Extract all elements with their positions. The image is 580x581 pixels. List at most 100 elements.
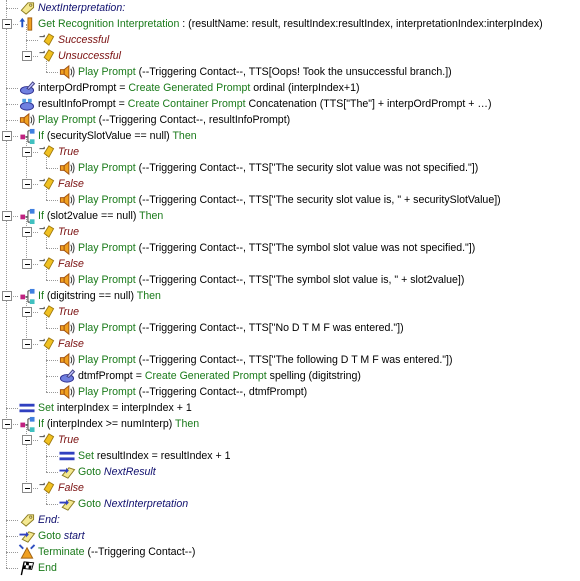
collapse-toggle[interactable] xyxy=(22,307,32,317)
collapse-toggle[interactable] xyxy=(22,483,32,493)
goto-icon xyxy=(18,528,36,544)
collapse-toggle[interactable] xyxy=(22,147,32,157)
tree-line xyxy=(6,536,7,552)
row-text: False xyxy=(58,256,84,272)
generated-prompt-icon xyxy=(18,80,36,96)
container-prompt-icon xyxy=(18,96,36,112)
set-icon xyxy=(18,400,36,416)
tree-line xyxy=(46,360,47,376)
row-text-segment: False xyxy=(58,178,84,190)
collapse-toggle[interactable] xyxy=(22,51,32,61)
row-text-segment: Unsuccessful xyxy=(58,50,121,62)
row-text-segment: (securitySlotValue == null) xyxy=(43,130,173,142)
row-text-segment: resultInfoPrompt = xyxy=(38,98,128,110)
tree-line xyxy=(6,296,7,408)
if-icon xyxy=(18,128,36,144)
tree-line xyxy=(46,456,47,472)
row-text-segment: False xyxy=(58,338,84,350)
branch-icon xyxy=(38,480,56,496)
row-text-segment: False xyxy=(58,482,84,494)
row-text: End: xyxy=(38,512,60,528)
branch-icon xyxy=(38,432,56,448)
tree-connector xyxy=(6,568,18,569)
row-text-segment: Goto xyxy=(38,530,64,542)
row-text-segment: Concatenation (TTS["The"] + interpOrdPro… xyxy=(245,98,492,110)
tree-connector xyxy=(46,376,58,377)
generated-prompt-icon xyxy=(58,368,76,384)
row-text: True xyxy=(58,224,79,240)
row-text: Play Prompt (--Triggering Contact--, dtm… xyxy=(78,384,307,400)
tree-line xyxy=(6,136,7,216)
row-text: True xyxy=(58,144,79,160)
tree-line xyxy=(6,552,7,568)
row-text-segment: (--Triggering Contact--, TTS["The symbol… xyxy=(135,242,476,254)
collapse-toggle[interactable] xyxy=(22,435,32,445)
tree-connector xyxy=(6,88,18,89)
tree-connector xyxy=(6,120,18,121)
speaker-icon xyxy=(58,384,76,400)
collapse-toggle[interactable] xyxy=(22,179,32,189)
row-text: Play Prompt (--Triggering Contact--, TTS… xyxy=(78,160,478,176)
tree-connector xyxy=(46,328,58,329)
collapse-toggle[interactable] xyxy=(22,227,32,237)
row-text-segment: (--Triggering Contact--, TTS["No D T M F… xyxy=(135,322,404,334)
row-text-segment: Set xyxy=(78,450,94,462)
tree-connector xyxy=(6,408,18,409)
tree-line xyxy=(6,24,7,88)
row-text: Get Recognition Interpretation : (result… xyxy=(38,16,543,32)
row-text-segment: (--Triggering Contact--, TTS["The follow… xyxy=(135,354,453,366)
tree-connector xyxy=(46,280,58,281)
row-text: dtmfPrompt = Create Generated Prompt spe… xyxy=(78,368,361,384)
collapse-toggle[interactable] xyxy=(22,339,32,349)
collapse-toggle[interactable] xyxy=(2,419,12,429)
tree-line xyxy=(6,104,7,120)
collapse-toggle[interactable] xyxy=(22,259,32,269)
row-text-segment: Play Prompt xyxy=(78,386,136,398)
goto-icon xyxy=(58,464,76,480)
row-text-segment: interpOrdPrompt = xyxy=(38,82,129,94)
row-text-segment: Then xyxy=(175,418,200,430)
row-text-segment: False xyxy=(58,258,84,270)
if-icon xyxy=(18,208,36,224)
row-text-segment: True xyxy=(58,146,79,158)
row-text-segment: (slot2value == null) xyxy=(43,210,140,222)
row-text-segment: Play Prompt xyxy=(38,114,96,126)
collapse-toggle[interactable] xyxy=(2,291,12,301)
collapse-toggle[interactable] xyxy=(2,211,12,221)
row-text-segment: Play Prompt xyxy=(78,274,136,286)
tree-connector xyxy=(6,104,18,105)
row-text-segment: Play Prompt xyxy=(78,242,136,254)
tree-connector xyxy=(46,504,58,505)
row-text-segment: (--Triggering Contact--, TTS["The symbol… xyxy=(135,274,465,286)
row-text: resultInfoPrompt = Create Container Prom… xyxy=(38,96,492,112)
tree-connector xyxy=(46,472,58,473)
speaker-icon xyxy=(18,112,36,128)
label-tag-icon xyxy=(18,0,36,16)
row-text: Goto start xyxy=(38,528,85,544)
branch-icon xyxy=(38,176,56,192)
tree-line xyxy=(6,216,7,296)
row-text-segment: Goto xyxy=(78,466,104,478)
if-icon xyxy=(18,288,36,304)
collapse-toggle[interactable] xyxy=(2,19,12,29)
row-text: False xyxy=(58,480,84,496)
row-text-segment: (--Triggering Contact--, TTS[Oops! Took … xyxy=(135,66,452,78)
collapse-toggle[interactable] xyxy=(2,131,12,141)
row-text-segment: interpIndex = interpIndex + 1 xyxy=(53,402,192,414)
tree-connector xyxy=(46,456,58,457)
row-text: Unsuccessful xyxy=(58,48,121,64)
row-text: Goto NextResult xyxy=(78,464,156,480)
branch-icon xyxy=(38,224,56,240)
row-text: Play Prompt (--Triggering Contact--, TTS… xyxy=(78,320,404,336)
row-text: If (slot2value == null) Then xyxy=(38,208,163,224)
row-text-segment: (--Triggering Contact--, TTS["The securi… xyxy=(135,194,501,206)
row-text-segment: Play Prompt xyxy=(78,194,136,206)
branch-icon xyxy=(38,48,56,64)
tree-connector xyxy=(26,40,38,41)
row-text: Set resultIndex = resultIndex + 1 xyxy=(78,448,231,464)
tree-connector xyxy=(46,248,58,249)
speaker-icon xyxy=(58,192,76,208)
tree-connector xyxy=(46,168,58,169)
row-text-segment: Set xyxy=(38,402,54,414)
checkered-flag-icon xyxy=(18,560,36,576)
